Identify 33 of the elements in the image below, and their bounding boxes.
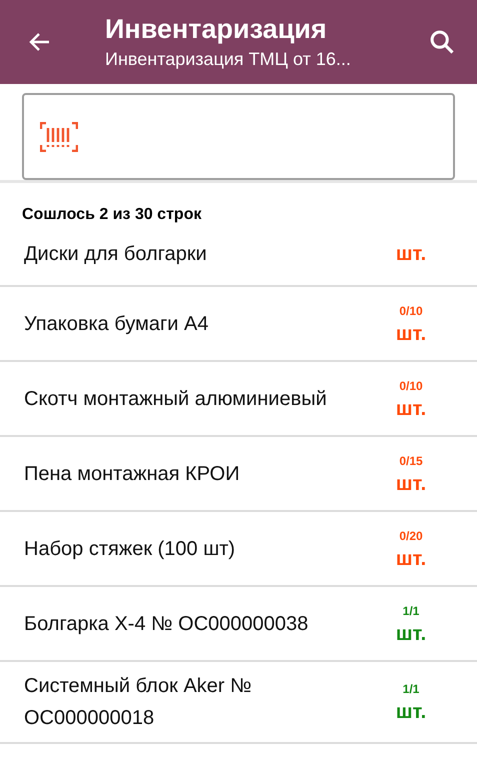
item-row[interactable]: Диски для болгарки шт. <box>0 233 477 287</box>
item-count: 0/10 <box>399 302 423 320</box>
item-count: 1/1 <box>402 602 420 620</box>
item-unit: шт. <box>396 396 426 422</box>
search-icon <box>428 28 456 56</box>
item-row[interactable]: Пена монтажная КРОИ 0/15 шт. <box>0 437 477 512</box>
item-name: Скотч монтажный алюминиевый <box>24 386 328 412</box>
item-row[interactable]: Системный блок Aker № ОС000000018 1/1 шт. <box>0 662 477 744</box>
item-count: 0/15 <box>399 452 423 470</box>
item-count: 0/20 <box>399 528 423 544</box>
item-name: Пена монтажная КРОИ <box>24 462 241 486</box>
item-unit: шт. <box>396 546 426 572</box>
match-summary: Сошлось 2 из 30 строк <box>22 206 202 223</box>
item-row[interactable]: Набор стяжек (100 шт) 0/20 шт. <box>0 512 477 587</box>
screen-title: Инвентаризация <box>105 13 328 46</box>
item-count: 1/1 <box>402 681 420 698</box>
item-name: Системный блок Aker № ОС000000018 <box>24 674 253 731</box>
item-row[interactable]: Болгарка Х-4 № ОС000000038 1/1 шт. <box>0 587 477 662</box>
item-name: Диски для болгарки <box>24 242 208 267</box>
item-name: Набор стяжек (100 шт) <box>24 536 236 562</box>
item-unit: шт. <box>396 472 426 496</box>
item-name: Болгарка Х-4 № ОС000000038 <box>24 612 310 636</box>
item-unit: шт. <box>396 322 426 346</box>
item-unit: шт. <box>396 242 426 267</box>
item-row[interactable]: Скотч монтажный алюминиевый 0/10 шт. <box>0 362 477 437</box>
barcode-scan-icon <box>40 122 78 152</box>
item-row[interactable]: Упаковка бумаги А4 0/10 шт. <box>0 287 477 362</box>
document-subtitle: Инвентаризация ТМЦ от 16... <box>105 48 352 71</box>
item-count: 0/10 <box>399 378 423 394</box>
item-name: Упаковка бумаги А4 <box>24 312 210 336</box>
item-unit: шт. <box>396 622 426 646</box>
barcode-input-field[interactable] <box>22 93 455 180</box>
item-unit: шт. <box>396 700 426 725</box>
